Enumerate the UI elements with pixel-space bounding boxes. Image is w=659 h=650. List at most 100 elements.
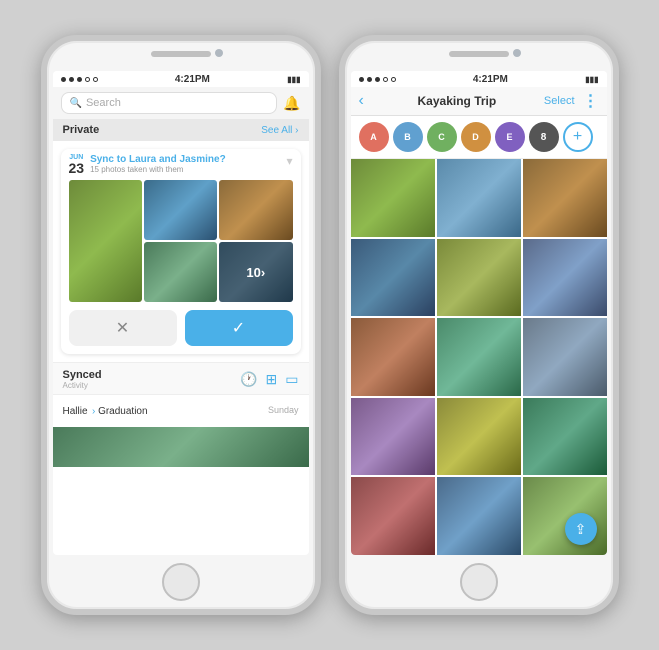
activity-info: Hallie › Graduation xyxy=(63,401,148,419)
battery-icon-right: ▮▮▮ xyxy=(585,75,598,84)
grid-cell-3[interactable] xyxy=(523,159,607,237)
signal-dots-right xyxy=(359,77,396,82)
dot-r5 xyxy=(391,77,396,82)
status-time-right: 4:21PM xyxy=(473,74,508,85)
status-bar-left: 4:21PM ▮▮▮ xyxy=(53,71,309,87)
grid-cell-14[interactable] xyxy=(437,477,521,555)
avatar-count[interactable]: 8 xyxy=(529,122,559,152)
photo-cell-3 xyxy=(219,180,292,240)
card-arrow-icon: ▾ xyxy=(286,154,292,168)
signal-dots xyxy=(61,77,98,82)
grid-cell-15[interactable]: ⇪ xyxy=(523,477,607,555)
avatar-add-button[interactable]: + xyxy=(563,122,593,152)
search-input[interactable]: 🔍 Search xyxy=(61,92,278,114)
avatar-5[interactable]: E xyxy=(495,122,525,152)
grid-cell-4[interactable] xyxy=(351,239,435,317)
dot5 xyxy=(93,77,98,82)
see-all-link[interactable]: See All › xyxy=(261,125,298,136)
synced-header: Synced Activity 🕐 ⊞ ▭ xyxy=(63,369,299,390)
grid-cell-1[interactable] xyxy=(351,159,435,237)
dot-r2 xyxy=(367,77,372,82)
avatar-4[interactable]: D xyxy=(461,122,491,152)
back-button[interactable]: ‹ xyxy=(359,92,364,110)
scene: 4:21PM ▮▮▮ 🔍 Search 🔔 Private See All › xyxy=(31,25,629,625)
activity-item[interactable]: Hallie › Graduation Sunday xyxy=(53,394,309,425)
clock-icon[interactable]: 🕐 xyxy=(240,371,257,388)
share-icon: ⇪ xyxy=(575,521,587,538)
card-subtitle: 15 photos taken with them xyxy=(90,165,280,174)
left-phone: 4:21PM ▮▮▮ 🔍 Search 🔔 Private See All › xyxy=(41,35,321,615)
grid-cell-9[interactable] xyxy=(523,318,607,396)
grid-icon[interactable]: ⊞ xyxy=(266,371,278,388)
photo-placeholder-1 xyxy=(69,180,142,302)
more-button[interactable]: ⋮ xyxy=(583,91,599,111)
left-screen: 4:21PM ▮▮▮ 🔍 Search 🔔 Private See All › xyxy=(53,71,309,555)
status-icons-right: ▮▮▮ xyxy=(585,75,598,84)
dot-r3 xyxy=(375,77,380,82)
photo-cell-4 xyxy=(144,242,217,302)
dot3 xyxy=(77,77,82,82)
cancel-button[interactable]: ✕ xyxy=(69,310,177,346)
dot-r4 xyxy=(383,77,388,82)
search-icon: 🔍 xyxy=(70,98,82,109)
photo-grid-left: 10› xyxy=(61,180,301,302)
avatar-placeholder-4: D xyxy=(461,122,491,152)
notification-icon[interactable]: 🔔 xyxy=(283,95,300,112)
status-bar-right: 4:21PM ▮▮▮ xyxy=(351,71,607,87)
avatars-row: A B C D E 8 + xyxy=(351,116,607,159)
right-screen: 4:21PM ▮▮▮ ‹ Kayaking Trip Select ⋮ A B xyxy=(351,71,607,555)
nav-bar: ‹ Kayaking Trip Select ⋮ xyxy=(351,87,607,116)
stack-icon[interactable]: ▭ xyxy=(285,371,298,388)
grid-cell-5[interactable] xyxy=(437,239,521,317)
activity-day: Sunday xyxy=(268,405,299,415)
avatar-placeholder-2: B xyxy=(393,122,423,152)
private-title: Private xyxy=(63,124,100,136)
search-bar: 🔍 Search 🔔 xyxy=(53,87,309,119)
activity-thumbnail xyxy=(53,427,309,467)
grid-cell-2[interactable] xyxy=(437,159,521,237)
photo-grid-right: ⇪ xyxy=(351,159,607,555)
synced-section: Synced Activity 🕐 ⊞ ▭ xyxy=(53,362,309,394)
right-phone: 4:21PM ▮▮▮ ‹ Kayaking Trip Select ⋮ A B xyxy=(339,35,619,615)
card-header: JUN 23 Sync to Laura and Jasmine? 15 pho… xyxy=(61,149,301,180)
select-button[interactable]: Select xyxy=(544,95,575,107)
home-button-right[interactable] xyxy=(460,563,498,601)
home-button-left[interactable] xyxy=(162,563,200,601)
grid-cell-12[interactable] xyxy=(523,398,607,476)
avatar-placeholder-3: C xyxy=(427,122,457,152)
synced-text: Synced Activity xyxy=(63,369,102,390)
photo-cell-5: 10› xyxy=(219,242,292,302)
date-block: JUN 23 xyxy=(69,154,85,175)
nav-title: Kayaking Trip xyxy=(370,94,544,108)
grid-cell-10[interactable] xyxy=(351,398,435,476)
dot2 xyxy=(69,77,74,82)
activity-from: Hallie xyxy=(63,406,88,417)
dot1 xyxy=(61,77,66,82)
card-title: Sync to Laura and Jasmine? xyxy=(90,154,280,165)
avatar-1[interactable]: A xyxy=(359,122,389,152)
search-placeholder: Search xyxy=(86,97,121,109)
photo-count-badge: 10› xyxy=(219,242,292,302)
synced-icons: 🕐 ⊞ ▭ xyxy=(240,371,298,388)
share-fab-button[interactable]: ⇪ xyxy=(565,513,597,545)
card-info: Sync to Laura and Jasmine? 15 photos tak… xyxy=(90,154,280,174)
confirm-button[interactable]: ✓ xyxy=(185,310,293,346)
synced-title: Synced xyxy=(63,369,102,381)
grid-cell-13[interactable] xyxy=(351,477,435,555)
avatar-3[interactable]: C xyxy=(427,122,457,152)
date-day: 23 xyxy=(69,161,85,175)
dot4 xyxy=(85,77,90,82)
synced-subtitle: Activity xyxy=(63,381,102,390)
avatar-2[interactable]: B xyxy=(393,122,423,152)
battery-icon: ▮▮▮ xyxy=(287,75,300,84)
photo-cell-2 xyxy=(144,180,217,240)
photo-cell-1 xyxy=(69,180,142,302)
avatar-placeholder-5: E xyxy=(495,122,525,152)
sync-card[interactable]: JUN 23 Sync to Laura and Jasmine? 15 pho… xyxy=(61,149,301,354)
activity-to: Graduation xyxy=(98,406,147,417)
grid-cell-8[interactable] xyxy=(437,318,521,396)
grid-cell-7[interactable] xyxy=(351,318,435,396)
grid-cell-6[interactable] xyxy=(523,239,607,317)
grid-cell-11[interactable] xyxy=(437,398,521,476)
status-time-left: 4:21PM xyxy=(175,74,210,85)
